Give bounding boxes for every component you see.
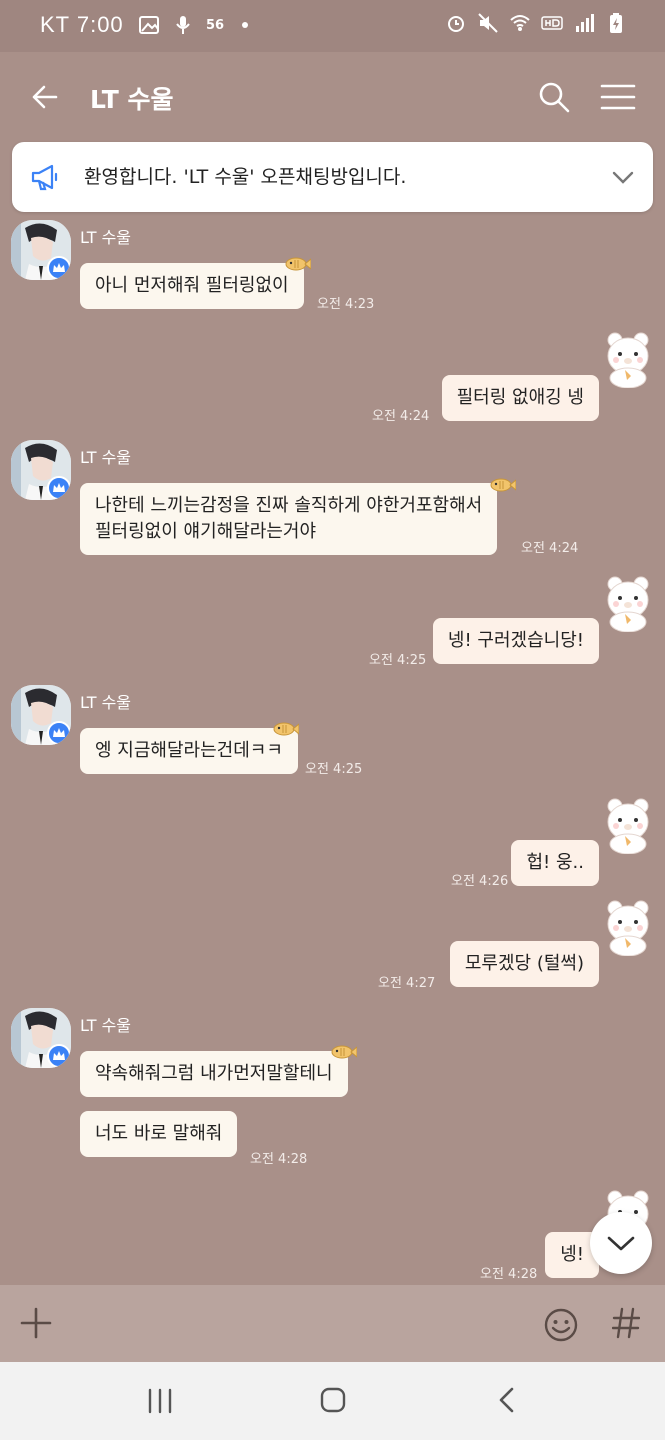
crown-badge-icon	[47, 256, 71, 280]
sender-name: LT 수울	[80, 1016, 132, 1035]
wifi-icon	[509, 12, 531, 34]
message-time: 오전 4:24	[372, 409, 430, 424]
chat-header: LT 수울	[0, 52, 665, 140]
message-bubble-incoming[interactable]: 약속해줘그럼 내가먼저말할테니	[80, 1051, 348, 1097]
crown-badge-icon	[47, 476, 71, 500]
notice-text: 환영합니다. 'LT 수울' 오픈채팅방입니다.	[84, 166, 407, 188]
message-bubble-incoming[interactable]: 너도 바로 말해줘	[80, 1111, 238, 1157]
message-line: 나한테 느끼는감정을 진짜 솔직하게 야한거포함해서	[95, 495, 483, 516]
message-line: 필터링없이 얘기해달라는거야	[95, 521, 317, 542]
sender-avatar[interactable]	[11, 220, 71, 280]
hamburger-menu-icon[interactable]	[600, 82, 636, 112]
fish-sticker-icon	[285, 257, 311, 271]
fish-sticker-icon	[331, 1045, 357, 1059]
crown-badge-icon	[47, 1044, 71, 1068]
sender-avatar[interactable]	[11, 1008, 71, 1068]
notification-dot-icon	[242, 22, 249, 28]
bear-avatar-icon[interactable]	[601, 330, 655, 388]
hd-voice-icon	[541, 12, 563, 34]
bear-avatar-icon[interactable]	[601, 574, 655, 632]
message-bubble-outgoing[interactable]: 넹! 구러겠습니당!	[432, 618, 599, 664]
network-speed-label: 56	[206, 17, 225, 33]
mute-icon	[477, 12, 499, 34]
sender-avatar[interactable]	[11, 685, 71, 745]
message-bubble-outgoing[interactable]: 헙! 웅..	[511, 840, 599, 886]
message-time: 오전 4:27	[378, 976, 436, 991]
alarm-icon	[445, 12, 467, 34]
gallery-icon	[138, 14, 160, 36]
home-icon[interactable]	[319, 1386, 347, 1414]
message-time: 오전 4:28	[250, 1152, 308, 1167]
sender-name: LT 수울	[80, 448, 132, 467]
bear-avatar-icon[interactable]	[601, 898, 655, 956]
hashtag-icon[interactable]	[612, 1307, 640, 1339]
chevron-down-icon	[607, 1236, 635, 1251]
search-icon[interactable]	[537, 80, 571, 114]
back-icon[interactable]	[496, 1386, 516, 1414]
microphone-icon	[172, 14, 194, 36]
megaphone-icon	[31, 164, 58, 191]
message-input-bar[interactable]	[0, 1285, 665, 1362]
back-arrow-icon[interactable]	[28, 80, 62, 114]
message-bubble-outgoing[interactable]: 필터링 없애깅 넹	[441, 375, 599, 421]
message-bubble-incoming[interactable]: 아니 먼저해줘 필터링없이	[80, 263, 304, 309]
message-bubble-incoming[interactable]: 엥 지금해달라는건데ㅋㅋ	[80, 728, 298, 774]
status-bar: KT 7:00 56	[0, 0, 665, 52]
message-time: 오전 4:25	[369, 653, 427, 668]
fish-sticker-icon	[490, 478, 516, 492]
message-bubble-incoming[interactable]: 나한테 느끼는감정을 진짜 솔직하게 야한거포함해서 필터링없이 얘기해달라는거…	[80, 483, 498, 555]
notice-banner[interactable]: 환영합니다. 'LT 수울' 오픈채팅방입니다.	[12, 142, 653, 212]
recent-apps-icon[interactable]	[146, 1388, 174, 1414]
status-carrier-clock: KT 7:00	[40, 12, 124, 37]
message-time: 오전 4:28	[480, 1267, 538, 1282]
chat-room-title: LT 수울	[90, 85, 174, 114]
battery-charging-icon	[605, 12, 627, 34]
scroll-to-bottom-button[interactable]	[590, 1212, 652, 1274]
chevron-down-icon[interactable]	[611, 166, 635, 188]
sender-avatar[interactable]	[11, 440, 71, 500]
bear-avatar-icon[interactable]	[601, 796, 655, 854]
message-time: 오전 4:25	[305, 762, 363, 777]
plus-icon[interactable]	[20, 1307, 52, 1339]
fish-sticker-icon	[273, 722, 299, 736]
message-time: 오전 4:26	[451, 874, 509, 889]
message-bubble-outgoing[interactable]: 모루겠당 (털썩)	[449, 941, 599, 987]
message-time: 오전 4:24	[521, 541, 579, 556]
crown-badge-icon	[47, 721, 71, 745]
sender-name: LT 수울	[80, 228, 132, 247]
sender-name: LT 수울	[80, 693, 132, 712]
message-time: 오전 4:23	[317, 297, 375, 312]
signal-icon	[573, 12, 595, 34]
smiley-icon[interactable]	[543, 1307, 579, 1343]
system-navigation-bar	[0, 1362, 665, 1440]
